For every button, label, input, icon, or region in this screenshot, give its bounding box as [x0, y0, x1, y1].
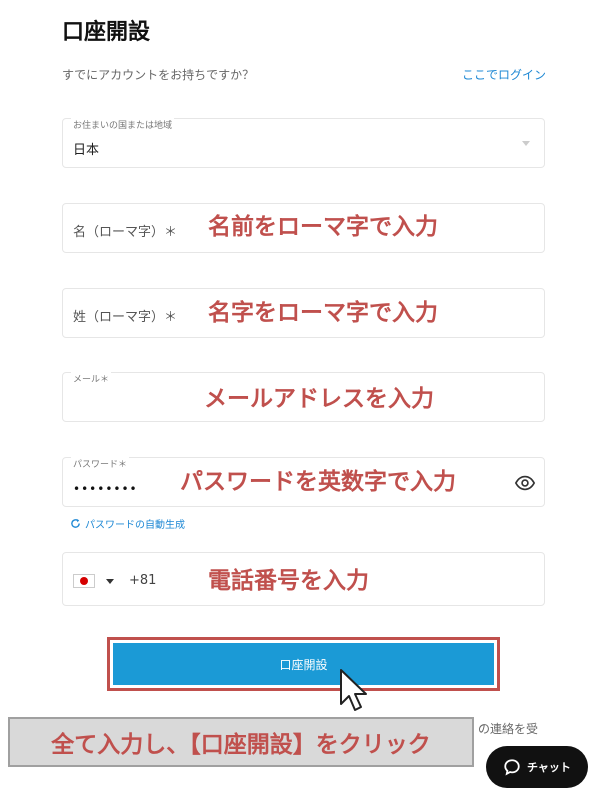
chevron-down-icon[interactable] — [106, 579, 114, 584]
annotation-last-name: 名字をローマ字で入力 — [208, 300, 438, 326]
refresh-icon — [71, 518, 80, 528]
eye-icon[interactable] — [514, 472, 536, 494]
annotation-phone: 電話番号を入力 — [208, 568, 369, 594]
password-autogen-label: パスワードの自動生成 — [85, 520, 185, 531]
password-autogen-link[interactable]: パスワードの自動生成 — [70, 516, 185, 531]
annotation-email: メールアドレスを入力 — [204, 386, 434, 412]
password-label: パスワード＊ — [71, 457, 130, 470]
chat-bubble-icon — [504, 759, 520, 776]
signin-link[interactable]: ここでログイン — [462, 66, 546, 83]
mouse-pointer-icon — [340, 669, 367, 711]
page-title: 口座開設 — [62, 20, 151, 45]
instruction-callout: 全て入力し、【口座開設】をクリック — [8, 717, 474, 767]
country-value: 日本 — [73, 143, 100, 158]
password-value: •••••••• — [73, 482, 138, 496]
annotation-password: パスワードを英数字で入力 — [180, 469, 456, 495]
chat-button[interactable]: チャット — [486, 746, 588, 788]
signin-prompt: すでにアカウントをお持ちですか？ — [62, 68, 255, 82]
last-name-placeholder: 姓（ローマ字）＊ — [73, 310, 178, 325]
annotation-first-name: 名前をローマ字で入力 — [208, 214, 438, 240]
country-select[interactable]: お住まいの国または地域 日本 — [62, 118, 545, 168]
chevron-down-icon — [522, 141, 530, 146]
open-account-button[interactable]: 口座開設 — [113, 643, 494, 685]
instruction-callout-text: 全て入力し、【口座開設】をクリック — [51, 732, 431, 758]
country-label: お住まいの国または地域 — [71, 118, 175, 131]
submit-highlight-frame: 口座開設 — [107, 637, 500, 691]
first-name-placeholder: 名（ローマ字）＊ — [73, 225, 178, 240]
consent-text-partial: の連絡を受 — [478, 722, 539, 736]
dial-code: +81 — [129, 573, 157, 588]
email-label: メール＊ — [71, 372, 112, 385]
chat-button-label: チャット — [527, 761, 571, 774]
japan-flag-icon[interactable] — [73, 574, 95, 588]
